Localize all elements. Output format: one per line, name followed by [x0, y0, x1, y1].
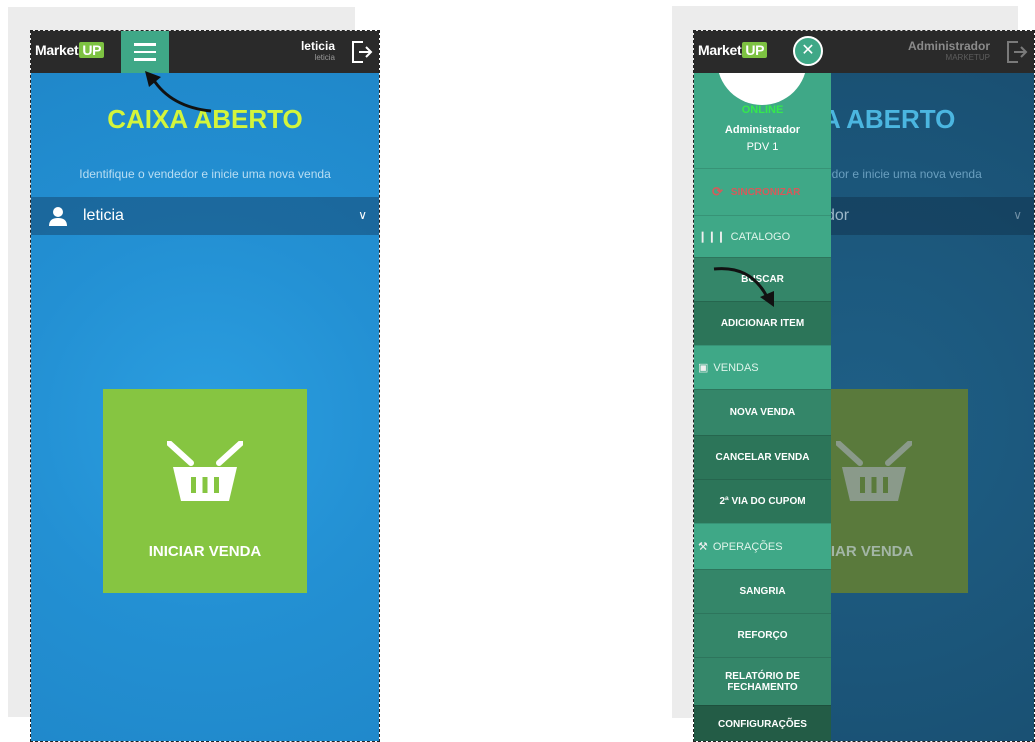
- basket-icon: [836, 441, 912, 501]
- user-subtitle: leticia: [314, 53, 335, 62]
- user-name: Administrador: [907, 39, 990, 53]
- logout-icon[interactable]: [1006, 40, 1028, 64]
- drawer-pdv: PDV 1: [746, 141, 779, 153]
- sync-icon: ⟳: [712, 184, 723, 199]
- hamburger-icon: [134, 43, 156, 61]
- drawer-item-receipt-copy[interactable]: 2ª VIA DO CUPOM: [694, 479, 831, 523]
- drawer-section-catalog: ❙❙❙ CATALOGO: [694, 215, 831, 257]
- online-status: ONLINE: [741, 104, 784, 116]
- side-drawer: Market UP ONLINE Administrador PDV 1 ⟳ SI…: [694, 31, 831, 741]
- start-sale-label: CIAR VENDA: [820, 543, 914, 560]
- phone-screen-right: Administrador MARKETUP A ABERTO edor e i…: [693, 30, 1035, 742]
- drawer-section-operations: ⚒ OPERAÇÕES: [694, 523, 831, 569]
- status-title: A ABERTO: [822, 104, 956, 134]
- drawer-item-reinforcement[interactable]: REFORÇO: [694, 613, 831, 657]
- user-info: leticia leticia: [301, 39, 335, 62]
- user-subtitle: MARKETUP: [945, 53, 990, 62]
- seller-name: leticia: [83, 207, 124, 224]
- drawer-item-withdrawal[interactable]: SANGRIA: [694, 569, 831, 613]
- start-sale-button[interactable]: INICIAR VENDA: [103, 389, 307, 593]
- drawer-item-new-sale[interactable]: NOVA VENDA: [694, 389, 831, 435]
- drawer-item-cancel-sale[interactable]: CANCELAR VENDA: [694, 435, 831, 479]
- menu-button[interactable]: [121, 31, 169, 73]
- drawer-item-settings[interactable]: CONFIGURAÇÕES: [694, 705, 831, 741]
- top-bar: Market UP leticia leticia: [31, 31, 379, 73]
- user-icon: [49, 207, 67, 226]
- marketup-logo: Market UP: [35, 42, 105, 58]
- hint-text: Identifique o vendedor e inicie uma nova…: [79, 167, 331, 181]
- start-sale-label: INICIAR VENDA: [148, 543, 262, 560]
- wrench-icon: ⚒: [698, 541, 708, 553]
- drawer-sync[interactable]: ⟳ SINCRONIZAR: [694, 168, 831, 215]
- barcode-icon: ❙❙❙: [698, 231, 726, 243]
- chevron-down-icon: ∨: [1013, 208, 1022, 222]
- user-info: Administrador MARKETUP: [908, 39, 990, 62]
- basket-icon: [167, 441, 243, 501]
- close-icon[interactable]: ✕: [793, 36, 823, 66]
- drawer-item-add-item[interactable]: ADICIONAR ITEM: [694, 301, 831, 345]
- drawer-item-search[interactable]: BUSCAR: [694, 257, 831, 301]
- basket-icon: ▣: [698, 362, 709, 374]
- hint-text: edor e inicie uma nova venda: [825, 167, 982, 181]
- status-title: CAIXA ABERTO: [107, 104, 303, 134]
- page: Market UP leticia leticia CAIXA ABERTO Id…: [0, 0, 1035, 742]
- phone-screen-left: Market UP leticia leticia CAIXA ABERTO Id…: [30, 30, 380, 742]
- marketup-logo: Market UP: [698, 42, 768, 58]
- user-name: leticia: [300, 39, 335, 53]
- drawer-user-name: Administrador: [724, 124, 801, 136]
- drawer-section-sales: ▣ VENDAS: [694, 345, 831, 389]
- chevron-down-icon: ∨: [358, 208, 367, 222]
- drawer-item-closing-report[interactable]: RELATÓRIO DE FECHAMENTO: [694, 657, 831, 705]
- screen-background: [31, 31, 379, 741]
- seller-select[interactable]: leticia ∨: [31, 197, 379, 235]
- logout-icon[interactable]: [351, 40, 373, 64]
